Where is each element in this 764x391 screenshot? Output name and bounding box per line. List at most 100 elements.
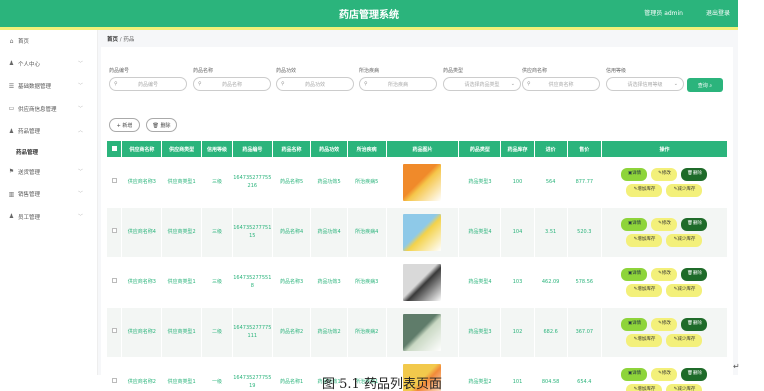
list-icon: ☰ (8, 82, 15, 90)
row-select-cell (105, 157, 123, 208)
filter-input[interactable]: ⚲ 药品编号 (109, 77, 187, 91)
cell-out: 520.3 (566, 207, 602, 258)
admin-label: 管理员 admin (644, 10, 683, 17)
filter-select[interactable]: 请选择药品类型 ⌄ (443, 77, 521, 91)
cell-code: 16473527775115 (231, 207, 273, 258)
cell-actions: ▣ 详情 ✎ 修改 🗑 删除 ✎ 增加库存 ✎ 减少库存 (600, 207, 729, 258)
filter-placeholder: 药品编号 (137, 81, 158, 88)
filter-label: 药品类型 (443, 68, 464, 74)
sidebar-item[interactable]: ▥ 销售管理 ﹀ (0, 183, 97, 206)
cell-out: 877.77 (566, 157, 602, 208)
figure-caption: 图 5.1 药品列表页面 (322, 377, 442, 391)
add-stock-button[interactable]: ✎ 增加库存 (626, 284, 663, 297)
edit-button-label: 修改 (661, 321, 671, 327)
cell-stock: 104 (500, 207, 535, 258)
cell-code: 164735277755216 (231, 157, 273, 208)
row-checkbox[interactable] (111, 228, 117, 234)
cell-in: 3.51 (533, 207, 568, 258)
delete-row-button[interactable]: 🗑 删除 (681, 268, 708, 281)
breadcrumb-home[interactable]: 首页 (107, 37, 118, 43)
reduce-stock-button[interactable]: ✎ 减少库存 (666, 234, 703, 247)
cell-disease: 所治疾病4 (346, 207, 387, 258)
chevron-down-icon: ﹀ (77, 191, 83, 197)
filter-select[interactable]: 请选择信用等级 ⌄ (606, 77, 684, 91)
detail-button[interactable]: ▣ 详情 (621, 168, 648, 181)
cell-in: 462.09 (533, 257, 568, 308)
chevron-down-icon: ⌄ (510, 81, 515, 87)
search-icon: ⚲ (527, 81, 531, 87)
chart-icon: ▥ (8, 190, 15, 198)
medicine-image (403, 214, 442, 251)
sidebar-item[interactable]: ▭ 供应商信息管理 ﹀ (0, 98, 97, 121)
reduce-stock-button[interactable]: ✎ 减少库存 (666, 334, 703, 347)
cell-actions: ▣ 详情 ✎ 修改 🗑 删除 ✎ 增加库存 ✎ 减少库存 (600, 257, 729, 308)
sidebar-item[interactable]: ⌂ 首页 (0, 30, 97, 53)
cell-stype: 供应商类型1 (161, 157, 202, 208)
delete-row-button[interactable]: 🗑 删除 (681, 218, 708, 231)
search-button[interactable]: 查询 ⌕ (687, 78, 723, 92)
sidebar-item[interactable]: ⚑ 送货管理 ﹀ (0, 161, 97, 184)
delete-row-button[interactable]: 🗑 删除 (681, 318, 708, 331)
user-icon: ♟ (8, 60, 15, 68)
sidebar-item[interactable]: ♟ 个人中心 ﹀ (0, 53, 97, 76)
app-title: 药店管理系统 (339, 10, 399, 21)
delete-row-button[interactable]: 🗑 删除 (681, 168, 708, 181)
row-checkbox[interactable] (111, 328, 117, 334)
add-stock-button[interactable]: ✎ 增加库存 (626, 234, 663, 247)
row-checkbox[interactable] (111, 178, 117, 184)
detail-button-label: 详情 (632, 221, 642, 227)
cell-disease: 所治疾病3 (346, 257, 387, 308)
detail-button[interactable]: ▣ 详情 (621, 218, 648, 231)
column-header: 药品名称 (271, 140, 312, 158)
filter-input[interactable]: ⚲ 所治疾病 (359, 77, 437, 91)
sidebar-item[interactable]: ♟ 员工管理 ﹀ (0, 206, 97, 229)
row-select-cell (105, 207, 123, 258)
add-stock-button[interactable]: ✎ 增加库存 (626, 334, 663, 347)
detail-button-label: 详情 (632, 271, 642, 277)
column-header: 信用等级 (201, 140, 233, 158)
sidebar-subitem[interactable]: 药品管理 (0, 143, 97, 161)
cell-in: 682.6 (533, 307, 568, 358)
sidebar-item[interactable]: ♟ 药品管理 ︿ (0, 120, 97, 143)
main-content: 首页 / 药品 查询 ⌕ + 新增 🗑 删除 供应商名称 供应商类型 信用等级 药品编… (98, 30, 738, 391)
medicine-table: 供应商名称 供应商类型 信用等级 药品编号 药品名称 药品功效 所治疾病 药品图片 药品类型 药品… (105, 140, 729, 391)
chevron-down-icon: ﹀ (77, 83, 83, 89)
cell-image (385, 207, 460, 258)
sidebar-item-label: 个人中心 (18, 61, 41, 68)
select-all-header[interactable] (105, 140, 123, 158)
medicine-image (403, 164, 442, 201)
table-row: 供应商名称3 供应商类型1 三级 164735277755216 药品名称5 药品功效5 所… (105, 157, 729, 208)
content-panel: 查询 ⌕ + 新增 🗑 删除 供应商名称 供应商类型 信用等级 药品编号 药品名称 药品功… (101, 47, 733, 391)
logout-link[interactable]: 退出登录 (706, 8, 730, 17)
add-button[interactable]: + 新增 (109, 118, 140, 132)
sidebar-item[interactable]: ☰ 基础数据管理 ﹀ (0, 75, 97, 98)
row-checkbox[interactable] (111, 278, 117, 284)
filter-input[interactable]: ⚲ 药品名称 (193, 77, 271, 91)
select-all-checkbox[interactable] (111, 145, 117, 151)
edit-button-label: 修改 (661, 171, 671, 177)
detail-button[interactable]: ▣ 详情 (621, 268, 648, 281)
add-stock-button[interactable]: ✎ 增加库存 (626, 184, 663, 197)
filter-input[interactable]: ⚲ 药品功效 (276, 77, 354, 91)
edit-button[interactable]: ✎ 修改 (651, 268, 678, 281)
breadcrumb-sep: / (119, 37, 122, 43)
cell-name: 药品名称2 (271, 307, 312, 358)
sidebar: ⌂ 首页 ♟ 个人中心 ﹀ ☰ 基础数据管理 ﹀ ▭ 供应商信息管理 ﹀ ♟ 药品管理 ︿ 药品管理 ⚑ 送货管… (0, 30, 98, 375)
chevron-down-icon: ﹀ (77, 168, 83, 175)
reduce-stock-button[interactable]: ✎ 减少库存 (666, 284, 703, 297)
row-select-cell (105, 307, 123, 358)
reduce-stock-button[interactable]: ✎ 减少库存 (666, 184, 703, 197)
cell-out: 367.07 (566, 307, 602, 358)
row-select-cell (105, 257, 123, 308)
edit-button[interactable]: ✎ 修改 (651, 168, 678, 181)
edit-button[interactable]: ✎ 修改 (651, 218, 678, 231)
edit-button-label: 修改 (661, 271, 671, 277)
column-header: 药品功效 (310, 140, 348, 158)
cell-stock: 102 (500, 307, 535, 358)
filter-input[interactable]: ⚲ 供应商名称 (522, 77, 600, 91)
page: 药店管理系统 管理员 admin 退出登录 ⌂ 首页 ♟ 个人中心 ﹀ ☰ 基础数据管理 ﹀ ▭… (0, 0, 764, 391)
sidebar-item-label: 供应商信息管理 (18, 106, 57, 113)
detail-button[interactable]: ▣ 详情 (621, 318, 648, 331)
edit-button[interactable]: ✎ 修改 (651, 318, 678, 331)
delete-button[interactable]: 🗑 删除 (146, 118, 177, 132)
